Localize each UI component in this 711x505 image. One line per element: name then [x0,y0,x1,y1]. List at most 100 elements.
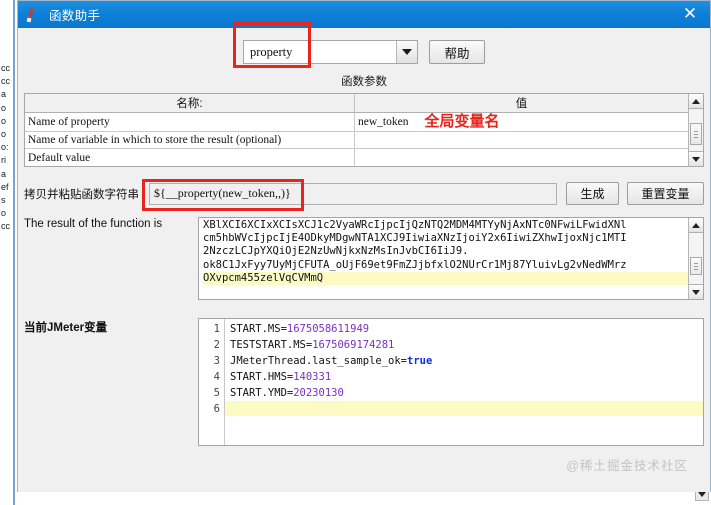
watermark: @稀土掘金技术社区 [566,459,688,473]
generate-button[interactable]: 生成 [566,182,619,205]
variable-line: TESTSTART.MS=1675069174281 [230,337,703,353]
line-number-gutter: 1 2 3 4 5 6 [199,319,225,445]
chevron-down-icon [692,156,700,162]
params-section-title: 函数参数 [341,76,387,88]
background-text-fragment: a [1,168,7,179]
result-textarea[interactable]: XBlXCI6XCIxXCIsXCJ1c2VyaWRcIjpcIjQzNTQ2M… [199,218,688,299]
scrollbar-thumb[interactable] [690,123,702,145]
variable-key: START.YMD= [230,387,294,399]
variable-key: START.HMS= [230,371,294,383]
line-number: 4 [213,371,220,383]
function-select-value: property [250,44,293,59]
function-helper-dialog: 函数助手 ✕ property 帮助 函数参数 名称: 值 Name of pr… [17,0,711,492]
variable-value: 20230130 [293,387,344,399]
dialog-titlebar: 函数助手 ✕ [18,1,710,28]
result-line: 2NzczLCJpYXQiOjE2NzUwNjkxNzMsInJvbCI6IiJ… [203,245,469,258]
background-text-fragment: o: [1,142,9,153]
jmeter-feather-icon [24,6,42,24]
params-table-header: 名称: 值 [25,94,688,113]
variable-line: START.HMS=140331 [230,369,703,385]
param-name: Name of variable in which to store the r… [25,131,355,149]
line-number: 3 [213,355,220,367]
jmeter-variables-row: 当前JMeter变量 1 2 3 4 5 6 START.MS=1675058611949… [24,318,704,446]
background-text-fragment: o [1,129,7,140]
dialog-body: property 帮助 函数参数 名称: 值 Name of property … [18,28,710,492]
result-panel: XBlXCI6XCIxXCIsXCJ1c2VyaWRcIjpcIjQzNTQ2M… [198,217,704,300]
param-value-cell[interactable] [355,149,688,166]
result-scrollbar[interactable] [688,218,703,299]
param-value-cell[interactable]: new_token 全局变量名 [355,113,688,131]
result-label: The result of the function is [24,218,163,230]
variable-line: START.YMD=20230130 [230,385,703,401]
variable-key: JMeterThread.last_sample_ok= [230,355,408,367]
line-number: 2 [213,339,220,351]
table-row[interactable]: Default value [25,149,688,166]
function-select[interactable]: property [243,40,418,64]
scroll-down-button[interactable] [689,151,703,166]
background-text-fragment: s [1,195,6,206]
variable-key: TESTSTART.MS= [230,339,313,351]
chevron-down-icon [692,289,700,295]
background-text-fragment: o [1,115,7,126]
params-scrollbar[interactable] [688,94,703,166]
result-line: OXvpcm455zelVqCVMmQ [203,271,688,286]
chevron-up-icon [692,98,700,104]
scroll-down-button[interactable] [689,284,703,299]
table-row[interactable]: Name of variable in which to store the r… [25,131,688,150]
annotation-label: 全局变量名 [424,114,500,131]
chevron-down-icon [402,49,412,55]
jmeter-variables-panel: 123456 START.MS=1675058611949 TESTSTART.M… [198,318,704,446]
scroll-up-button[interactable] [689,218,703,233]
variable-line [225,401,703,416]
table-row[interactable]: Name of property new_token 全局变量名 [25,112,688,132]
line-number: 1 [213,323,220,335]
param-value: new_token [358,115,409,128]
background-text-fragment: cc [1,221,10,232]
variable-key: START.MS= [230,323,287,335]
variable-line: JMeterThread.last_sample_ok=true [230,353,703,369]
background-text-fragment: o [1,102,7,113]
variable-value: true [407,355,433,367]
background-text-fragment: cc [1,76,10,87]
scrollbar-grip-icon [694,131,698,138]
jmeter-variables-textarea[interactable]: START.MS=1675058611949 TESTSTART.MS=16750… [225,319,703,445]
background-text-fragment: a [1,89,7,100]
line-number: 6 [213,403,220,415]
scrollbar-grip-icon [694,263,698,270]
background-text-fragment: cc [1,63,10,73]
chevron-down-icon [698,492,706,497]
reset-variables-button[interactable]: 重置变量 [627,182,704,205]
params-panel: 名称: 值 Name of property new_token 全局变量名 N… [24,93,704,167]
scrollbar-thumb[interactable] [690,257,702,275]
column-header-name: 名称: [25,94,355,112]
param-value-cell[interactable] [355,132,688,149]
background-text-fragment: o [1,208,7,219]
line-number: 5 [213,387,220,399]
params-table: 名称: 值 Name of property new_token 全局变量名 N… [25,94,688,166]
jmeter-variables-label: 当前JMeter变量 [24,322,108,334]
result-line: ok8C1JxFyy7UyMjCFUTA_oUjF69et9FmZJjbfxlO… [203,258,627,271]
result-line: XBlXCI6XCIxXCIsXCJ1c2VyaWRcIjpcIjQzNTQ2M… [203,219,627,231]
chevron-up-icon [692,222,700,228]
close-icon[interactable]: ✕ [680,4,700,24]
dialog-title: 函数助手 [49,9,101,23]
function-select-arrow-button[interactable] [396,41,417,63]
function-string-label: 拷贝并粘贴函数字符串 [24,188,139,201]
variable-value: 140331 [293,371,332,383]
scrollbar-track[interactable] [689,233,703,284]
scrollbar-track[interactable] [689,109,703,151]
background-left-text-strip: cc cc a o o o o: ri a ef s o cc [0,0,14,505]
function-string-input[interactable]: ${__property(new_token,,)} [149,182,557,205]
result-row: The result of the function is XBlXCI6XCI… [24,217,704,300]
param-name: Name of property [25,112,355,131]
function-selector-row: property 帮助 [18,28,710,65]
variable-value: 1675069174281 [312,339,395,351]
background-text-fragment: ri [1,155,6,166]
column-header-value: 值 [515,97,528,110]
function-string-row: 拷贝并粘贴函数字符串 ${__property(new_token,,)} 生成… [24,182,704,205]
help-button[interactable]: 帮助 [429,40,485,64]
scroll-up-button[interactable] [689,94,703,109]
result-line: cm5hbWVcIjpcIjE4ODkyMDgwNTA1XCJ9IiwiaXNz… [203,232,627,245]
variable-line: START.MS=1675058611949 [230,321,703,337]
background-text-fragment: ef [1,181,9,192]
